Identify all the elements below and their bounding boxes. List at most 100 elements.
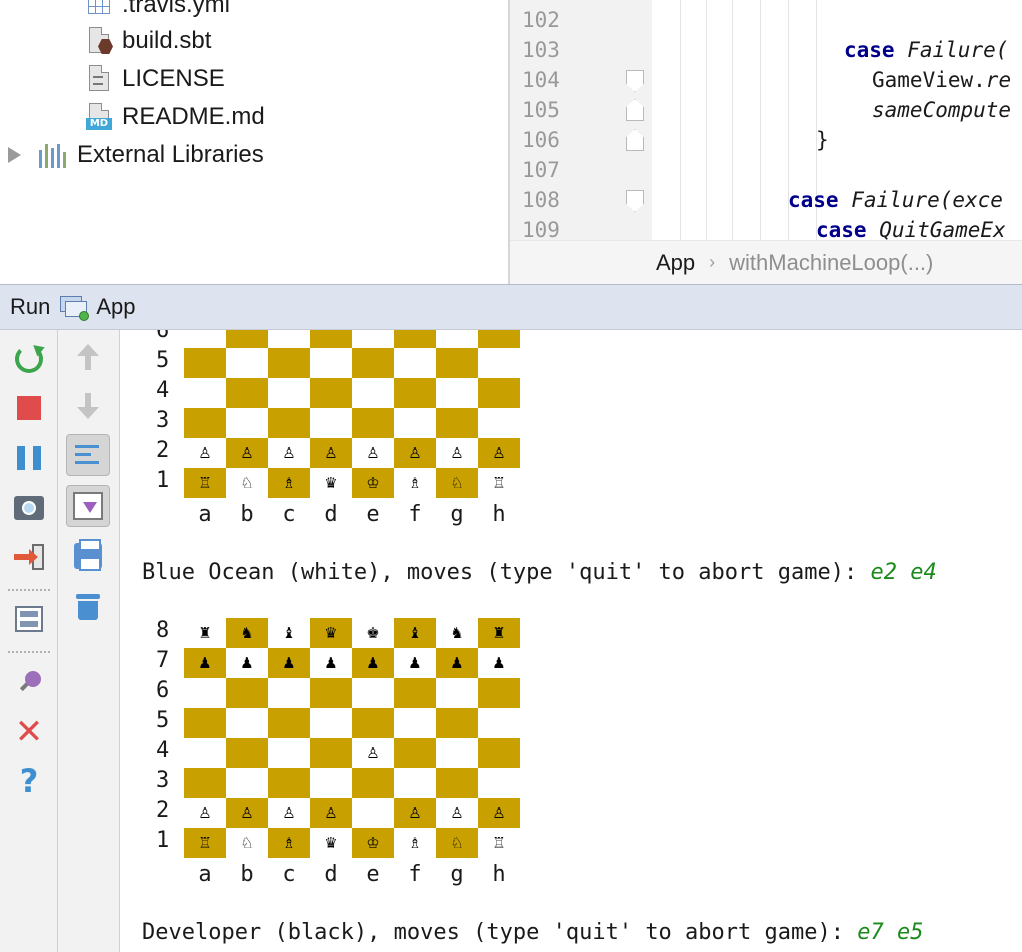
chess-board: 8 ♜ ♞ ♝ ♛ ♚ ♝ ♞ ♜ 7 ♟ ♟ ♟ ♟ ♟ ♟ ♟ ♟ 6 5 4 ♙ 3 2 ♙ ♙ ♙ ♙ ♙ ♙ ♙ 1 ♖ ♘ ♗ ♛ ♔ ♗ ♘ ♖… <box>142 618 522 898</box>
board-square: ♖ <box>184 468 226 498</box>
move-prompt: Developer (black), moves (type 'quit' to… <box>142 920 924 945</box>
file-label: a <box>198 862 212 887</box>
file-label: b <box>240 502 254 527</box>
file-label: c <box>282 862 296 887</box>
rank-label: 6 <box>156 678 170 703</box>
rank-label: 1 <box>156 828 170 853</box>
console-output[interactable]: 6 5 4 3 2 ♙ ♙ ♙ ♙ ♙ ♙ ♙ ♙ 1 ♖ ♘ ♗ ♛ ♔ ♗ ♘ ♖ a b c d e f g h Blue Ocea… <box>120 330 1022 952</box>
tree-item-license[interactable]: LICENSE <box>86 60 225 98</box>
board-square <box>310 408 352 438</box>
board-square <box>184 378 226 408</box>
board-square: ♞ <box>226 618 268 648</box>
rank-label: 8 <box>156 618 170 643</box>
board-square <box>184 678 226 708</box>
board-square <box>352 678 394 708</box>
board-square: ♙ <box>450 444 464 462</box>
stop-button[interactable] <box>7 387 51 429</box>
board-square <box>268 768 310 798</box>
file-label: a <box>198 502 212 527</box>
exit-button[interactable] <box>7 536 51 578</box>
board-square <box>352 798 394 828</box>
code-editor[interactable]: 102 103 104 105 106 107 108 109 case Fai… <box>508 0 1022 284</box>
breadcrumb-item[interactable]: App <box>656 250 695 276</box>
board-square: ♗ <box>408 474 422 492</box>
board-square: ♙ <box>310 798 352 828</box>
line-number: 103 <box>522 38 560 62</box>
tree-item-external-libraries[interactable]: External Libraries <box>0 136 264 174</box>
soft-wrap-button[interactable] <box>66 434 110 476</box>
rank-label: 1 <box>156 468 170 493</box>
board-square: ♙ <box>282 444 296 462</box>
run-toolbar-secondary <box>58 330 120 952</box>
tree-item-build-sbt[interactable]: build.sbt <box>86 22 211 60</box>
board-square: ♙ <box>226 798 268 828</box>
restore-layout-button[interactable] <box>7 598 51 640</box>
entered-move: e7 e5 <box>857 920 924 945</box>
board-square <box>226 678 268 708</box>
board-square: ♜ <box>198 624 212 642</box>
board-square <box>226 768 268 798</box>
dump-threads-button[interactable] <box>7 487 51 529</box>
board-square: ♛ <box>324 834 338 852</box>
next-occurrence-button[interactable] <box>66 385 110 427</box>
board-square: ♞ <box>450 624 464 642</box>
run-label: Run <box>10 294 51 319</box>
close-button[interactable]: ✕ <box>7 711 51 753</box>
fold-marker-icon[interactable] <box>626 70 644 92</box>
board-square: ♜ <box>478 618 520 648</box>
tree-item-travis-yml[interactable]: .travis.yml <box>86 0 230 24</box>
project-tree: .travis.yml build.sbt LICENSE MD README.… <box>0 0 508 284</box>
board-square: ♟ <box>492 654 506 672</box>
tree-item-label: LICENSE <box>122 65 225 92</box>
help-icon: ? <box>19 762 39 800</box>
file-label: b <box>240 862 254 887</box>
camera-icon <box>14 496 44 520</box>
board-square <box>436 378 478 408</box>
scroll-to-end-button[interactable] <box>66 485 110 527</box>
print-icon <box>74 539 102 571</box>
board-square: ♟ <box>436 648 478 678</box>
board-square: ♙ <box>478 798 520 828</box>
pin-tab-button[interactable] <box>7 662 51 704</box>
fold-marker-icon[interactable] <box>626 129 644 151</box>
line-number: 104 <box>522 68 560 92</box>
board-square: ♛ <box>310 618 352 648</box>
board-square: ♙ <box>282 804 296 822</box>
rank-label: 4 <box>156 378 170 403</box>
help-button[interactable]: ? <box>7 760 51 802</box>
board-square: ♗ <box>268 828 310 858</box>
board-square: ♟ <box>268 648 310 678</box>
board-square: ♗ <box>408 834 422 852</box>
board-square <box>436 678 478 708</box>
pause-button[interactable] <box>7 437 51 479</box>
fold-marker-icon[interactable] <box>626 190 644 212</box>
up-arrow-icon <box>77 344 99 370</box>
file-label: g <box>450 502 464 527</box>
board-square <box>436 348 478 378</box>
rank-label: 2 <box>156 798 170 823</box>
print-button[interactable] <box>66 535 110 577</box>
line-number: 108 <box>522 188 560 212</box>
soft-wrap-icon <box>73 441 103 469</box>
board-square <box>268 330 310 348</box>
board-square: ♖ <box>492 834 506 852</box>
fold-marker-icon[interactable] <box>626 99 644 121</box>
board-square: ♟ <box>352 648 394 678</box>
rank-label: 5 <box>156 708 170 733</box>
tree-item-label: README.md <box>122 103 265 130</box>
run-config-tab[interactable]: App <box>96 294 135 320</box>
tree-item-readme[interactable]: MD README.md <box>86 98 265 136</box>
breadcrumb-item[interactable]: withMachineLoop(...) <box>729 250 933 276</box>
file-label: h <box>492 502 506 527</box>
board-square: ♙ <box>478 438 520 468</box>
rerun-button[interactable] <box>7 338 51 380</box>
previous-occurrence-button[interactable] <box>66 336 110 378</box>
file-label: f <box>408 502 422 527</box>
board-square <box>478 738 520 768</box>
exit-icon <box>14 544 44 570</box>
clear-all-button[interactable] <box>66 586 110 628</box>
board-square <box>436 408 478 438</box>
board-square <box>310 768 352 798</box>
tree-item-label: External Libraries <box>77 141 264 168</box>
expand-arrow-icon[interactable] <box>8 147 21 163</box>
